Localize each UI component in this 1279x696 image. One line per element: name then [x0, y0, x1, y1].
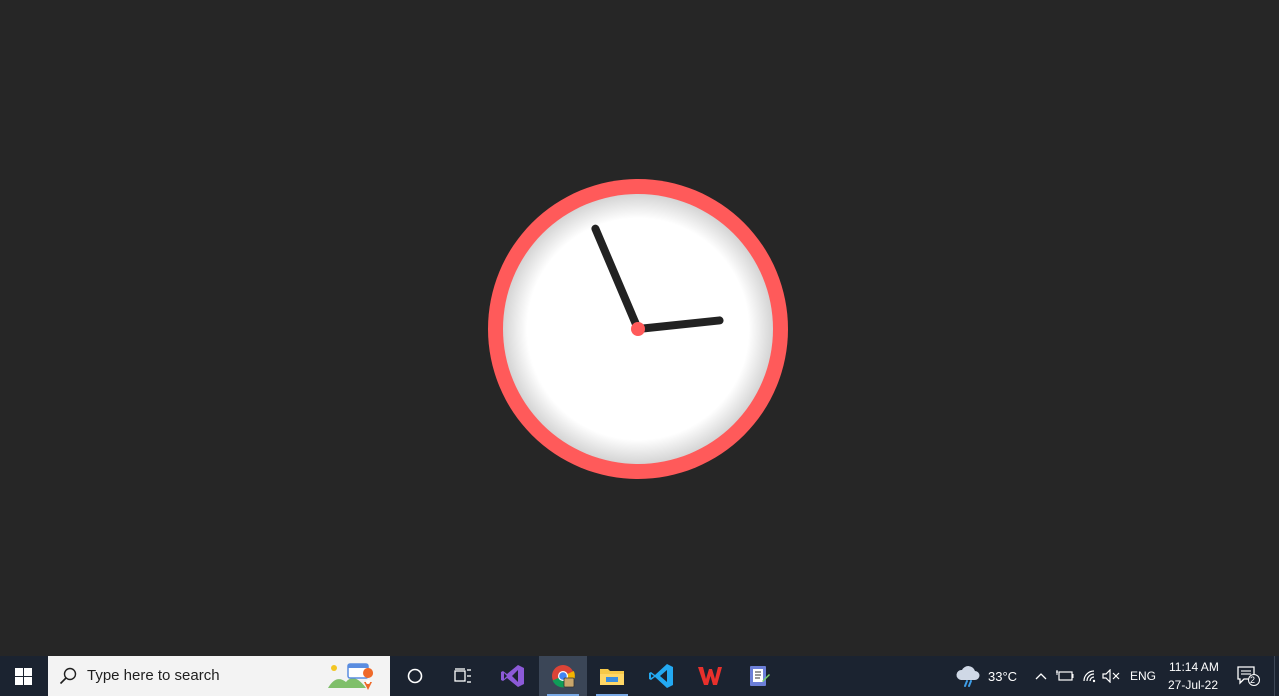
cortana-button[interactable] [391, 656, 439, 696]
search-icon [59, 667, 77, 685]
task-view-button[interactable] [439, 656, 487, 696]
notification-count-badge: 2 [1250, 675, 1256, 685]
clock-area[interactable]: 11:14 AM 27-Jul-22 [1160, 656, 1226, 696]
input-language[interactable]: ENG [1130, 669, 1156, 683]
clock-pivot [631, 322, 645, 336]
battery-button[interactable] [1055, 656, 1075, 696]
wps-office-button[interactable] [686, 656, 734, 696]
visual-studio-button[interactable] [489, 656, 537, 696]
volume-button[interactable] [1101, 656, 1121, 696]
taskbar-date: 27-Jul-22 [1168, 678, 1219, 692]
show-desktop-button[interactable] [1274, 656, 1279, 696]
app-icon [750, 666, 770, 686]
network-button[interactable] [1080, 656, 1100, 696]
visual-studio-icon [501, 665, 524, 687]
taskbar: Type here to search 33°C ENG 11:14 AM 27… [0, 656, 1279, 696]
chrome-button[interactable] [539, 656, 587, 696]
search-highlight-icon [328, 663, 374, 690]
battery-icon [1056, 670, 1074, 681]
search-placeholder: Type here to search [87, 667, 220, 684]
folder-icon [600, 669, 624, 685]
task-view-icon [454, 668, 471, 683]
vscode-button[interactable] [637, 656, 685, 696]
weather-button[interactable] [954, 656, 982, 696]
volume-muted-icon [1102, 669, 1120, 683]
start-button[interactable] [0, 656, 47, 696]
notification-icon [1237, 666, 1260, 686]
action-center-button[interactable]: 2 [1234, 656, 1262, 696]
chrome-icon [552, 665, 575, 688]
chevron-up-icon [1035, 673, 1047, 680]
wifi-icon [1083, 670, 1096, 683]
show-hidden-icons-button[interactable] [1032, 656, 1050, 696]
wps-icon [698, 667, 722, 685]
analog-clock [488, 179, 788, 479]
search-box[interactable]: Type here to search [48, 656, 390, 696]
file-explorer-button[interactable] [588, 656, 636, 696]
notepad-plus-button[interactable] [735, 656, 783, 696]
cortana-circle-icon [407, 668, 423, 684]
windows-logo-icon [15, 667, 32, 685]
vscode-icon [649, 664, 673, 688]
cloud-rain-icon [956, 666, 980, 687]
desktop [0, 0, 1279, 656]
taskbar-time: 11:14 AM [1169, 660, 1219, 674]
temperature-text[interactable]: 33°C [988, 669, 1017, 684]
